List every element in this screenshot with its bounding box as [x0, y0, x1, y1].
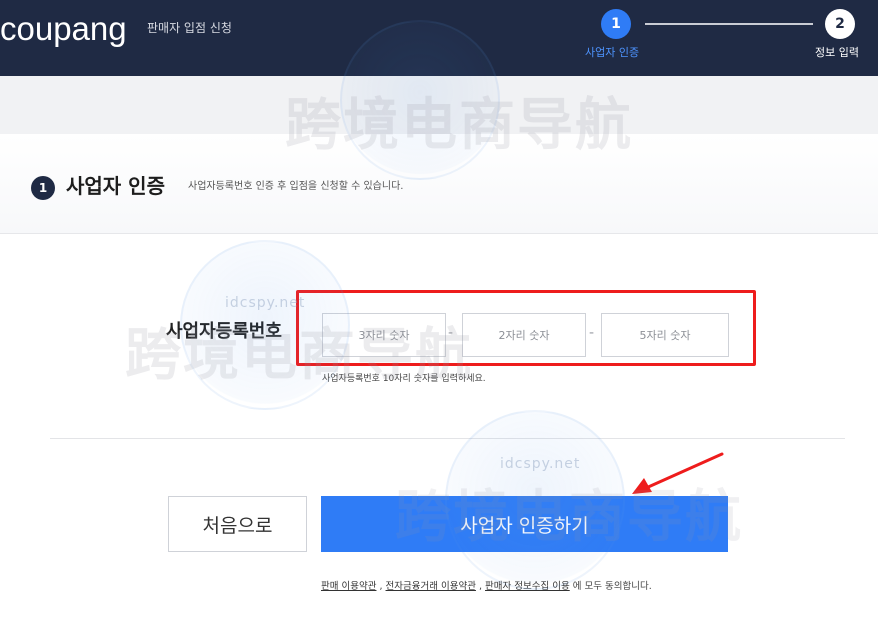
red-arrow-annotation-icon	[632, 452, 724, 494]
terms-suffix: 에 모두 동의합니다.	[569, 581, 652, 592]
red-highlight-box	[296, 290, 756, 366]
coupang-logo[interactable]: coupang	[0, 10, 127, 48]
business-number-label: 사업자등록번호	[166, 321, 282, 342]
section-number-badge: 1	[31, 176, 55, 200]
section-title: 사업자 인증	[66, 174, 165, 198]
watermark-url: idcspy.net	[225, 295, 306, 311]
terms-agreement-text: 판매 이용약관 , 전자금융거래 이용약관 , 판매자 정보수집 이용 에 모두…	[321, 578, 652, 592]
step-2-indicator: 2	[825, 9, 855, 39]
step-2-label: 정보 입력	[815, 46, 859, 59]
step-1-indicator: 1	[601, 9, 631, 39]
verify-business-button[interactable]: 사업자 인증하기	[321, 496, 728, 552]
sales-terms-link[interactable]: 판매 이용약관	[321, 581, 376, 592]
header-spacer-band	[0, 76, 878, 134]
terms-separator-2: ,	[475, 581, 486, 592]
e-finance-terms-link[interactable]: 전자금융거래 이용약관	[386, 581, 476, 592]
seller-info-collection-link[interactable]: 판매자 정보수집 이용	[485, 581, 570, 592]
business-number-hint: 사업자등록번호 10자리 숫자를 입력하세요.	[322, 374, 486, 384]
back-to-start-button[interactable]: 처음으로	[168, 496, 307, 552]
step-1-label: 사업자 인증	[585, 46, 640, 59]
watermark-url: idcspy.net	[500, 456, 581, 472]
step-progress-line	[645, 23, 813, 25]
top-header: coupang 판매자 입점 신청 1 2 사업자 인증 정보 입력	[0, 0, 878, 76]
terms-separator-1: ,	[376, 581, 386, 592]
section-description: 사업자등록번호 인증 후 입점을 신청할 수 있습니다.	[188, 181, 404, 192]
form-divider	[50, 438, 845, 439]
header-subtitle: 판매자 입점 신청	[147, 21, 232, 35]
